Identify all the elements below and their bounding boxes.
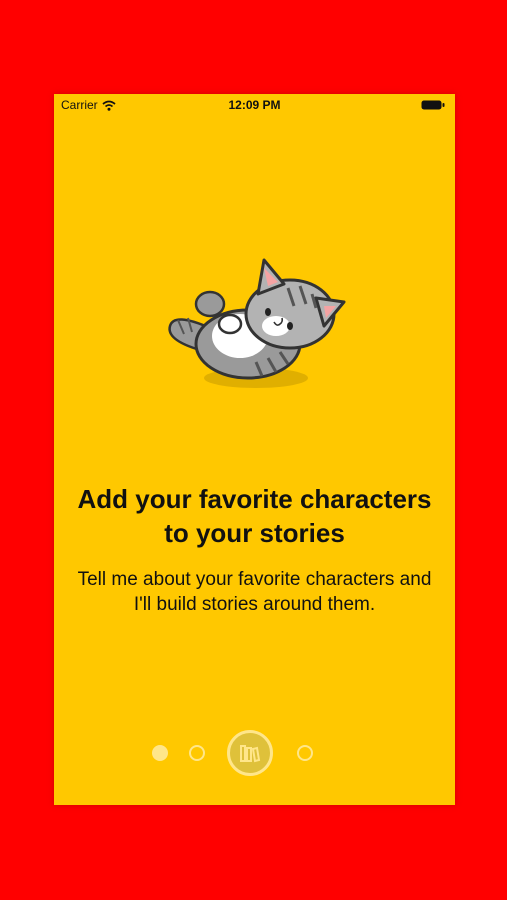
onboarding-title: Add your favorite characters to your sto… <box>77 484 432 548</box>
books-icon <box>240 745 261 763</box>
cat-rolling-icon <box>168 258 346 388</box>
status-time: 12:09 PM <box>228 98 281 112</box>
battery-icon <box>421 100 445 110</box>
page-indicator <box>54 730 455 776</box>
page-dot-current[interactable] <box>227 730 273 776</box>
page-dot-2[interactable] <box>189 745 205 761</box>
status-bar: Carrier 12:09 PM <box>54 94 455 116</box>
onboarding-screen: Carrier 12:09 PM Add your favorite chara… <box>54 94 455 805</box>
onboarding-subtitle: Tell me about your favorite characters a… <box>77 569 432 615</box>
page-dot-4[interactable] <box>297 745 313 761</box>
page-dot-1[interactable] <box>152 745 168 761</box>
